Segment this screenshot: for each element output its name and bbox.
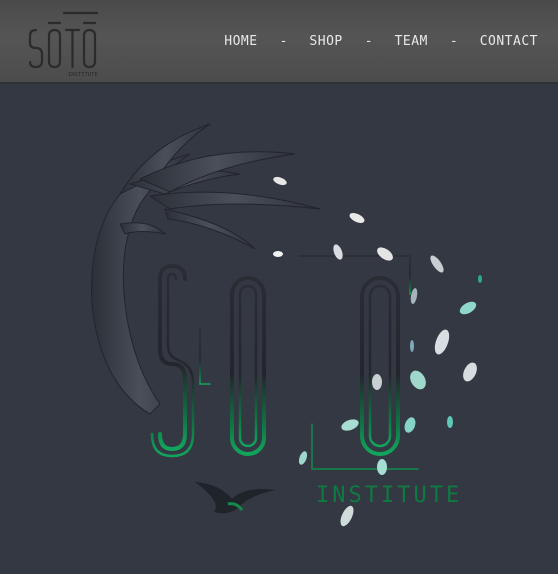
main-nav: HOME - SHOP - TEAM - CONTACT — [224, 34, 538, 49]
hero-logo — [150, 255, 419, 470]
leaves-graphic — [273, 176, 482, 527]
nav-separator: - — [279, 34, 288, 49]
nav-contact[interactable]: CONTACT — [480, 34, 538, 49]
nav-separator: - — [364, 34, 373, 49]
site-logo[interactable]: INSTITUTE — [22, 10, 102, 78]
hero-logo-subtext: INSTITUTE — [316, 483, 462, 508]
nav-separator: - — [449, 34, 458, 49]
nav-shop[interactable]: SHOP — [309, 34, 342, 49]
site-header: INSTITUTE HOME - SHOP - TEAM - CONTACT — [0, 0, 558, 84]
nav-home[interactable]: HOME — [224, 34, 257, 49]
page: INSTITUTE HOME - SHOP - TEAM - CONTACT I… — [0, 0, 558, 574]
hero-illustration: INSTITUTE — [91, 123, 482, 527]
tree-graphic — [91, 123, 321, 415]
bird-graphic — [195, 482, 275, 514]
site-logo-subtext: INSTITUTE — [68, 72, 98, 78]
nav-team[interactable]: TEAM — [395, 34, 428, 49]
